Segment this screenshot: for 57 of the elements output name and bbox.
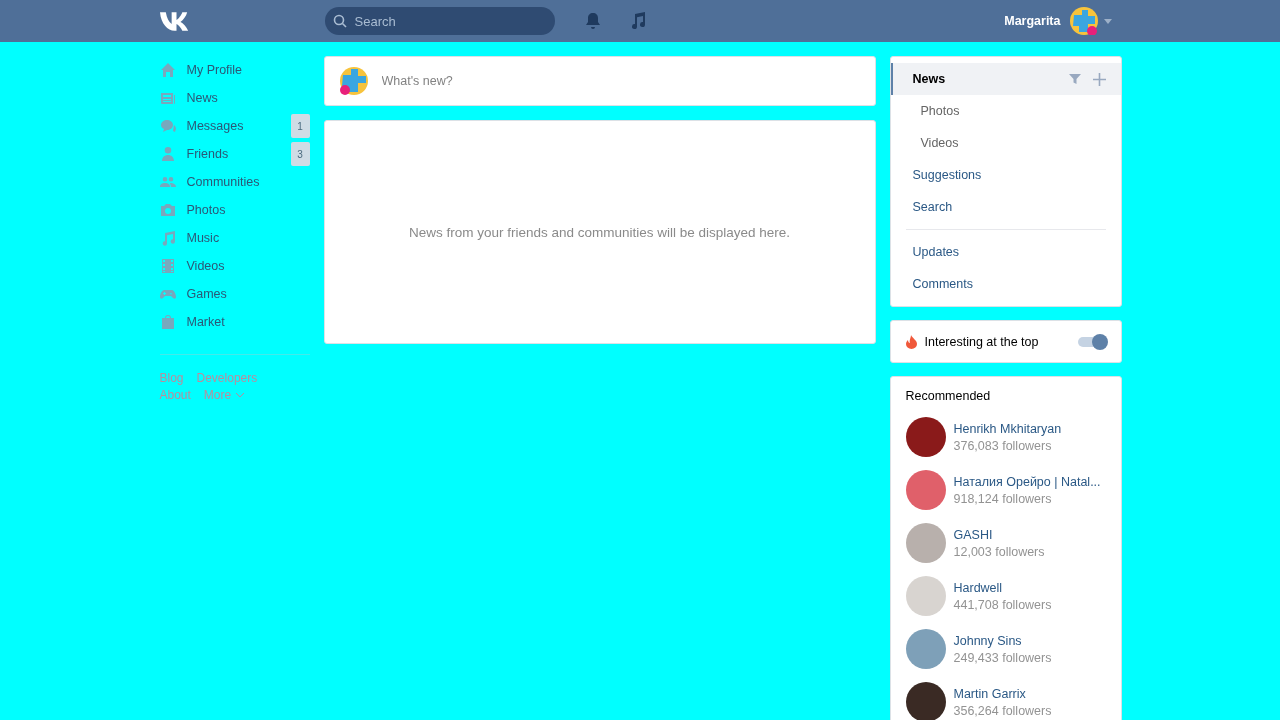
bag-icon <box>159 314 176 330</box>
photo-placeholder[interactable] <box>905 417 946 457</box>
caret-icon <box>236 392 245 398</box>
nav-item[interactable]: Communities <box>159 168 310 196</box>
nav-item[interactable]: Games <box>159 280 310 308</box>
user-name[interactable]: Margarita <box>1004 14 1061 28</box>
plus-icon[interactable] <box>1092 72 1106 86</box>
menu-item[interactable]: News <box>890 63 1121 95</box>
follower-count: 249,433 followers <box>953 650 1052 665</box>
community-link[interactable]: Henrikh Mkhitaryan <box>953 421 1062 436</box>
section-title: Recommended <box>905 389 992 403</box>
menu-item[interactable]: Comments <box>890 268 1121 300</box>
follower-count: 918,124 followers <box>953 491 1053 506</box>
follower-count: 12,003 followers <box>953 544 1045 559</box>
nav-item[interactable]: News <box>159 84 310 112</box>
flame-icon <box>905 334 917 349</box>
home-icon <box>159 62 176 78</box>
filter-icon[interactable] <box>1068 73 1081 85</box>
search-input[interactable]: Search <box>352 12 547 30</box>
menu-subitem[interactable]: Videos <box>890 127 1121 159</box>
menu-item[interactable]: Updates <box>890 236 1121 268</box>
avatar-icon[interactable] <box>1069 7 1098 35</box>
menu-subitem[interactable]: Photos <box>890 95 1121 127</box>
nav-item[interactable]: Market <box>159 308 310 336</box>
newspaper-icon <box>159 90 176 106</box>
avatar-icon <box>339 67 368 95</box>
empty-feed-message: News from your friends and communities will be displayed here. <box>408 224 791 240</box>
people-icon <box>159 174 176 190</box>
community-link[interactable]: GASHI <box>953 527 1045 542</box>
nav-item[interactable]: Music <box>159 224 310 252</box>
person-icon <box>159 146 176 162</box>
photo-placeholder[interactable] <box>905 682 946 720</box>
follower-count: 356,264 followers <box>953 703 1052 718</box>
community-link[interactable]: Martin Garrix <box>953 686 1052 701</box>
nav-item[interactable]: Messages 1 <box>159 112 310 140</box>
community-link[interactable]: Hardwell <box>953 580 1052 595</box>
camera-icon <box>159 202 176 218</box>
post-input-field[interactable]: What's new? <box>323 56 876 106</box>
caret-icon[interactable] <box>1103 18 1112 24</box>
count-badge: 1 <box>290 114 310 138</box>
nav-item[interactable]: Friends 3 <box>159 140 310 168</box>
nav-item[interactable]: Photos <box>159 196 310 224</box>
film-icon <box>159 258 176 274</box>
follower-count: 376,083 followers <box>953 438 1053 453</box>
menu-item[interactable]: Suggestions <box>890 159 1121 191</box>
count-badge: 3 <box>290 142 310 166</box>
search-field[interactable]: Search <box>324 7 555 35</box>
chat-icon <box>159 118 176 134</box>
follower-count: 441,708 followers <box>953 597 1052 612</box>
nav-item[interactable]: My Profile <box>159 56 310 84</box>
community-link[interactable]: Johnny Sins <box>953 633 1052 648</box>
toggle-switch[interactable] <box>1077 336 1106 347</box>
menu-item[interactable]: Search <box>890 191 1121 223</box>
toggle-label: Interesting at the top <box>924 334 1040 349</box>
nav-item[interactable]: Videos <box>159 252 310 280</box>
community-link[interactable]: Наталия Орейро | Natal... <box>953 474 1101 489</box>
search-icon <box>332 14 347 28</box>
